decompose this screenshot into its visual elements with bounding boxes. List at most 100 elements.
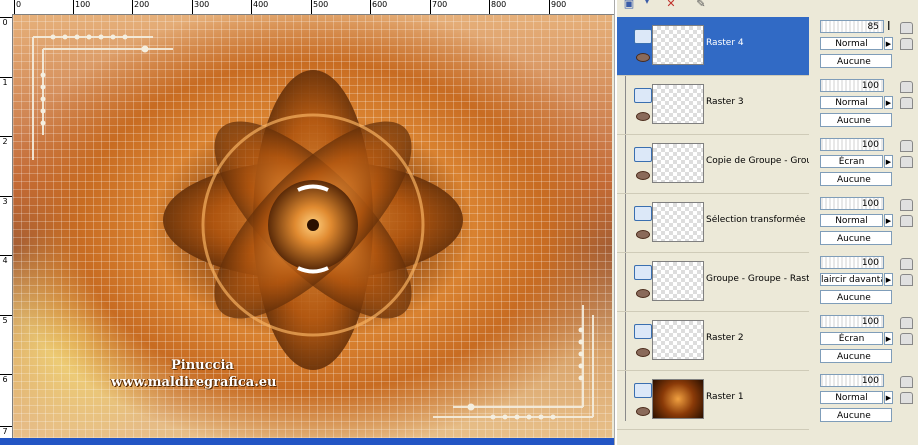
- eye-icon[interactable]: [636, 407, 650, 416]
- blend-mode-select[interactable]: Normal: [820, 37, 883, 50]
- layer-name: Raster 3: [706, 97, 744, 107]
- lock-icon[interactable]: [900, 215, 913, 227]
- lock-icon[interactable]: [900, 392, 913, 404]
- ruler-tick: 400: [250, 0, 269, 14]
- blend-mode-select[interactable]: Normal: [820, 96, 883, 109]
- properties-icon[interactable]: ✎: [693, 0, 709, 11]
- layer-row-raster-4[interactable]: Raster 4: [617, 17, 809, 76]
- chevron-right-icon[interactable]: ▶: [884, 273, 893, 286]
- delete-layer-icon[interactable]: ✕: [663, 0, 679, 11]
- lock-icon[interactable]: [900, 274, 913, 286]
- chevron-right-icon[interactable]: ▶: [884, 37, 893, 50]
- layer-thumbnail: [652, 84, 704, 124]
- mask-select[interactable]: Aucune: [820, 113, 892, 127]
- ruler-tick: 5: [0, 315, 12, 325]
- layers-list: Raster 4 Raster 3 Copie de Groupe - Grou…: [617, 17, 813, 445]
- layer-name: Raster 1: [706, 392, 744, 402]
- opacity-slider[interactable]: 100: [820, 197, 884, 210]
- lock-icon[interactable]: [900, 97, 913, 109]
- new-layer-icon[interactable]: ▣: [621, 0, 637, 11]
- layer-props-raster-2: 100 Écran ▶ ✎ Aucune: [816, 312, 918, 370]
- eye-icon[interactable]: [636, 112, 650, 121]
- layer-name: Raster 2: [706, 333, 744, 343]
- layer-name: Sélection transformée: [706, 215, 806, 225]
- layer-thumbnail: [652, 202, 704, 242]
- eye-icon[interactable]: [636, 171, 650, 180]
- lock-icon[interactable]: [900, 199, 913, 211]
- layer-row-selection-transformee[interactable]: Sélection transformée: [617, 194, 809, 253]
- layer-row-raster-1[interactable]: Raster 1: [617, 371, 809, 430]
- lock-icon[interactable]: [900, 140, 913, 152]
- layer-properties-column: 85 Normal ▶ ✎ Aucune 100 Normal ▶ ✎ Aucu…: [813, 17, 918, 445]
- layer-thumbnail: [652, 143, 704, 183]
- lock-icon[interactable]: [900, 258, 913, 270]
- layer-props-copie-groupe: 100 Écran ▶ ✎ Aucune: [816, 135, 918, 193]
- chevron-right-icon[interactable]: ▶: [884, 332, 893, 345]
- lock-icon[interactable]: [900, 317, 913, 329]
- mask-select[interactable]: Aucune: [820, 349, 892, 363]
- lock-icon[interactable]: [900, 376, 913, 388]
- ruler-tick: 1: [0, 77, 12, 87]
- mask-select[interactable]: Aucune: [820, 54, 892, 68]
- eye-icon[interactable]: [636, 230, 650, 239]
- text-cursor-icon: I: [887, 19, 891, 33]
- opacity-slider[interactable]: 100: [820, 315, 884, 328]
- layer-row-raster-3[interactable]: Raster 3: [617, 76, 809, 135]
- corner-ornament-top-left: [32, 36, 173, 160]
- lock-icon[interactable]: [900, 38, 913, 50]
- vertical-ruler: 0 1 2 3 4 5 6 7: [0, 14, 13, 438]
- chevron-right-icon[interactable]: ▶: [884, 391, 893, 404]
- opacity-slider[interactable]: 100: [820, 138, 884, 151]
- layer-type-icon: [634, 383, 652, 398]
- watermark-url: www.maldiregrafica.eu: [111, 375, 277, 390]
- blend-mode-select[interactable]: Écran: [820, 332, 883, 345]
- blend-mode-select[interactable]: Normal: [820, 214, 883, 227]
- layer-name: Copie de Groupe - Groupe: [706, 156, 809, 166]
- mask-select[interactable]: Aucune: [820, 408, 892, 422]
- lock-icon[interactable]: [900, 81, 913, 93]
- ruler-tick: 0: [0, 17, 12, 27]
- mask-select[interactable]: Aucune: [820, 290, 892, 304]
- mask-select[interactable]: Aucune: [820, 172, 892, 186]
- pearl-dots-bottom-right: [467, 327, 584, 420]
- layers-toolbar: ▣ ▾ ✕ ✎: [617, 0, 813, 16]
- chevron-right-icon[interactable]: ▶: [884, 96, 893, 109]
- dropdown-arrow-icon[interactable]: ▾: [639, 0, 655, 11]
- horizontal-scrollbar[interactable]: [0, 438, 614, 445]
- layer-props-raster-4: 85 Normal ▶ ✎ Aucune: [816, 17, 918, 75]
- blend-mode-select[interactable]: Normal: [820, 391, 883, 404]
- lock-icon[interactable]: [900, 156, 913, 168]
- ruler-tick: 200: [131, 0, 150, 14]
- layer-props-raster-3: 100 Normal ▶ ✎ Aucune: [816, 76, 918, 134]
- ruler-tick: 500: [310, 0, 329, 14]
- mask-select[interactable]: Aucune: [820, 231, 892, 245]
- layer-row-groupe-raster[interactable]: Groupe - Groupe - Raster: [617, 253, 809, 312]
- layer-type-icon: [634, 324, 652, 339]
- ruler-tick: 0: [13, 0, 22, 14]
- watermark-author: Pinuccia: [171, 358, 234, 373]
- layer-props-groupe-raster: 100 laircir davantage ▶ ✎ Aucune: [816, 253, 918, 311]
- eye-icon[interactable]: [636, 53, 650, 62]
- opacity-slider[interactable]: 100: [820, 79, 884, 92]
- opacity-slider[interactable]: 100: [820, 256, 884, 269]
- ruler-tick: 4: [0, 255, 12, 265]
- blend-mode-select[interactable]: Écran: [820, 155, 883, 168]
- chevron-right-icon[interactable]: ▶: [884, 214, 893, 227]
- layer-type-icon: [634, 29, 652, 44]
- opacity-slider[interactable]: 100: [820, 374, 884, 387]
- eye-icon[interactable]: [636, 348, 650, 357]
- eye-icon[interactable]: [636, 289, 650, 298]
- lock-icon[interactable]: [900, 22, 913, 34]
- lock-icon[interactable]: [900, 333, 913, 345]
- layer-row-copie-groupe[interactable]: Copie de Groupe - Groupe: [617, 135, 809, 194]
- layer-thumbnail: [652, 320, 704, 360]
- image-canvas[interactable]: Pinuccia www.maldiregrafica.eu: [13, 15, 612, 438]
- layer-row-raster-2[interactable]: Raster 2: [617, 312, 809, 371]
- blend-mode-select[interactable]: laircir davantage: [820, 273, 883, 286]
- layer-type-icon: [634, 265, 652, 280]
- watermark-signature: Pinuccia www.maldiregrafica.eu: [111, 357, 276, 391]
- ruler-tick: 2: [0, 136, 12, 146]
- opacity-slider[interactable]: 85: [820, 20, 884, 33]
- kaleidoscope-artwork: [32, 34, 594, 420]
- chevron-right-icon[interactable]: ▶: [884, 155, 893, 168]
